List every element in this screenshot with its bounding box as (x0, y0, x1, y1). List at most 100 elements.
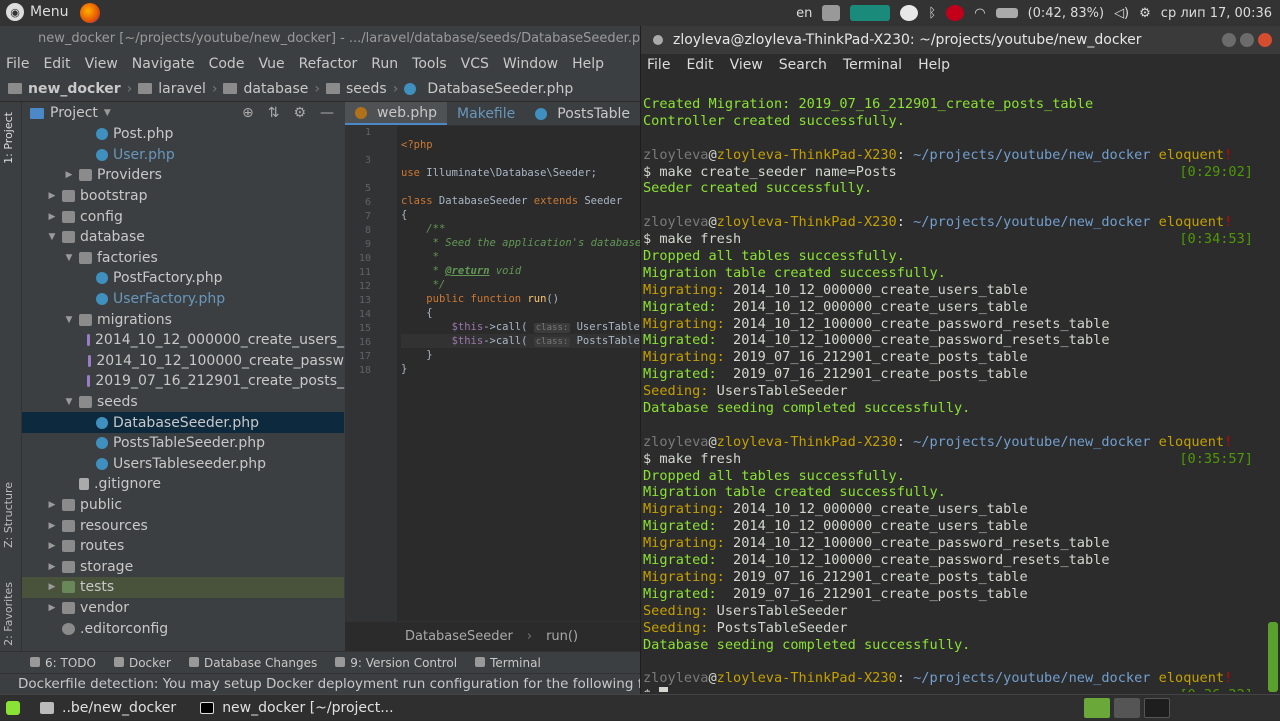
screenshot-icon[interactable] (822, 5, 841, 21)
system-menu-button[interactable]: ◉ Menu (6, 3, 68, 21)
tree-item[interactable]: UsersTableseeder.php (22, 454, 344, 475)
menu-view[interactable]: View (85, 56, 118, 72)
menu-file[interactable]: File (6, 56, 29, 72)
taskbar-item-phpstorm[interactable]: new_docker [~/project... (188, 695, 405, 721)
firefox-launcher-icon[interactable] (80, 3, 100, 23)
side-tab-structure[interactable]: Z: Structure (2, 482, 15, 548)
scrollbar-thumb[interactable] (1268, 622, 1278, 692)
tree-item[interactable]: PostFactory.php (22, 268, 344, 289)
tab-posts-table-seeder[interactable]: PostsTable (525, 102, 640, 125)
workspace-2-icon[interactable] (1114, 697, 1140, 718)
tree-item[interactable]: Post.php (22, 124, 344, 145)
tree-item[interactable]: .gitignore (22, 474, 344, 495)
wifi-icon[interactable]: ◠ (974, 6, 985, 21)
tree-item[interactable]: ▶ vendor (22, 598, 344, 619)
expand-down-icon[interactable]: ▼ (63, 397, 75, 407)
menu-window[interactable]: Window (503, 56, 558, 72)
locate-icon[interactable]: ⊕ (242, 105, 254, 121)
gear-icon[interactable]: ⚙ (293, 105, 306, 121)
tab-makefile[interactable]: Makefile (447, 102, 525, 125)
battery-icon[interactable] (995, 8, 1018, 18)
side-tab-project[interactable]: 1: Project (2, 112, 15, 164)
infinity-icon[interactable] (850, 5, 891, 21)
code-crumb-method[interactable]: run() (546, 629, 578, 644)
menu-edit[interactable]: Edit (43, 56, 70, 72)
todo-tool[interactable]: 6: TODO (30, 656, 96, 670)
expand-down-icon[interactable]: ▼ (63, 315, 75, 325)
version-control-tool[interactable]: 9: Version Control (335, 656, 457, 670)
settings-gear-icon[interactable]: ⚙ (1139, 6, 1151, 21)
menu-run[interactable]: Run (371, 56, 398, 72)
breadcrumb-item[interactable]: database (243, 81, 308, 97)
expand-down-icon[interactable]: ▼ (46, 232, 58, 242)
breadcrumb-item[interactable]: DatabaseSeeder.php (427, 81, 573, 97)
expand-right-icon[interactable]: ▶ (46, 500, 58, 510)
tree-item[interactable]: ▼ seeds (22, 392, 344, 413)
tree-item[interactable]: ▶ storage (22, 556, 344, 577)
status-message[interactable]: Dockerfile detection: You may setup Dock… (18, 676, 642, 692)
menu-tools[interactable]: Tools (412, 56, 447, 72)
volume-icon[interactable]: ◁) (1114, 6, 1129, 21)
expand-right-icon[interactable]: ▶ (46, 582, 58, 592)
expand-right-icon[interactable]: ▶ (63, 170, 75, 180)
breadcrumb-item[interactable]: laravel (158, 81, 206, 97)
expand-down-icon[interactable]: ▼ (63, 253, 75, 263)
breadcrumb-item[interactable]: seeds (346, 81, 387, 97)
terminal-output[interactable]: Created Migration: 2019_07_16_212901_cre… (643, 80, 1265, 692)
close-icon[interactable] (1258, 33, 1272, 47)
expand-right-icon[interactable]: ▶ (46, 562, 58, 572)
dropdown-arrow-icon[interactable]: ▼ (104, 108, 111, 118)
minimize-icon[interactable] (1222, 33, 1236, 47)
tree-item[interactable]: ▶ routes (22, 536, 344, 557)
terminal-menu-help[interactable]: Help (918, 57, 950, 73)
expand-right-icon[interactable]: ▶ (46, 212, 58, 222)
breadcrumb-item[interactable]: new_docker (28, 81, 121, 97)
maximize-icon[interactable] (1240, 33, 1254, 47)
tab-web-php[interactable]: web.php (345, 102, 448, 125)
menu-refactor[interactable]: Refactor (299, 56, 358, 72)
menu-help[interactable]: Help (572, 56, 604, 72)
show-desktop-icon[interactable] (6, 700, 20, 715)
tree-item[interactable]: PostsTableSeeder.php (22, 433, 344, 454)
project-panel-title[interactable]: Project (50, 105, 98, 121)
tree-item[interactable]: 2014_10_12_100000_create_passw (22, 351, 344, 372)
terminal-tool[interactable]: Terminal (475, 656, 541, 670)
tree-item[interactable]: UserFactory.php (22, 289, 344, 310)
terminal-menu-file[interactable]: File (647, 57, 670, 73)
red-app-icon[interactable] (946, 5, 965, 21)
tree-item[interactable]: 2019_07_16_212901_create_posts_ (22, 371, 344, 392)
tree-item[interactable]: ▶ tests (22, 577, 344, 598)
terminal-menu-edit[interactable]: Edit (686, 57, 713, 73)
tree-item[interactable]: ▶ resources (22, 515, 344, 536)
tree-item[interactable]: ▼ database (22, 227, 344, 248)
collapse-icon[interactable]: ⇅ (268, 105, 280, 121)
tree-item[interactable]: ▶ Providers (22, 165, 344, 186)
database-changes-tool[interactable]: Database Changes (188, 656, 317, 670)
firefox-task-icon[interactable] (1144, 697, 1170, 718)
code-crumb-class[interactable]: DatabaseSeeder (405, 629, 513, 644)
tree-item[interactable]: ▼ factories (22, 248, 344, 269)
expand-right-icon[interactable]: ▶ (46, 603, 58, 613)
keyboard-layout[interactable]: en (796, 6, 812, 21)
expand-right-icon[interactable]: ▶ (46, 191, 58, 201)
terminal-menu-terminal[interactable]: Terminal (843, 57, 902, 73)
clock[interactable]: ср лип 17, 00:36 (1161, 6, 1272, 21)
terminal-menu-search[interactable]: Search (779, 57, 827, 73)
hide-icon[interactable]: — (320, 105, 334, 121)
code-area[interactable]: <?php use Illuminate\Database\Seeder; clas… (401, 126, 642, 647)
terminal-scrollbar[interactable] (1268, 80, 1278, 692)
side-tab-favorites[interactable]: 2: Favorites (2, 582, 15, 646)
tree-item[interactable]: ▼ migrations (22, 309, 344, 330)
bluetooth-icon[interactable]: ᛒ (928, 6, 936, 21)
chrome-icon[interactable] (900, 5, 919, 21)
tree-item[interactable]: 2014_10_12_000000_create_users_ (22, 330, 344, 351)
tree-item[interactable]: ▶ public (22, 495, 344, 516)
tree-item[interactable]: DatabaseSeeder.php (22, 412, 344, 433)
docker-tool[interactable]: Docker (113, 656, 171, 670)
terminal-menu-view[interactable]: View (730, 57, 763, 73)
taskbar-item-terminal[interactable]: ..be/new_docker (28, 695, 188, 721)
tree-item[interactable]: ▶ config (22, 206, 344, 227)
workspace-1-icon[interactable] (1084, 697, 1110, 718)
menu-code[interactable]: Code (209, 56, 245, 72)
tree-item[interactable]: User.php (22, 145, 344, 166)
